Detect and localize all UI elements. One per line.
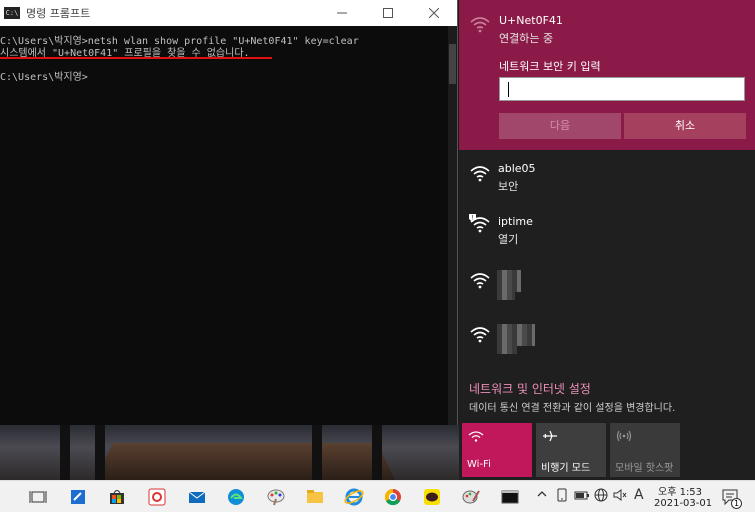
taskbar-app[interactable]	[187, 487, 207, 507]
network-ssid: able05	[498, 162, 536, 175]
taskbar-app[interactable]	[226, 487, 246, 507]
cancel-button[interactable]: 취소	[624, 113, 746, 139]
airplane-mode-toggle[interactable]: 비행기 모드	[536, 423, 606, 477]
wifi-icon	[470, 273, 490, 289]
wifi-icon	[468, 431, 484, 442]
edge-icon	[228, 489, 244, 505]
text-caret	[508, 82, 509, 97]
password-input[interactable]	[499, 77, 745, 101]
taskbar-app[interactable]	[266, 487, 286, 507]
clock-date[interactable]: 2021-03-01	[654, 498, 712, 509]
cmd-title: 명령 프롬프트	[26, 7, 91, 20]
kakaotalk-icon	[424, 489, 440, 505]
next-button[interactable]: 다음	[499, 113, 621, 139]
network-flyout: U+Net0F41 연결하는 중 네트워크 보안 키 입력 다음 취소 able…	[459, 0, 755, 480]
cmd-scrollbar[interactable]	[448, 26, 457, 425]
red-underline-annotation	[0, 57, 272, 59]
store-icon	[110, 490, 124, 504]
wifi-open-warning-icon: !	[469, 214, 490, 233]
cmd-app-icon: C:\	[4, 7, 20, 19]
command-prompt-icon	[501, 490, 519, 504]
action-center-button[interactable]: 1	[720, 487, 742, 509]
folder-icon	[307, 490, 323, 503]
battery-icon	[574, 491, 589, 500]
hotspot-icon	[616, 430, 632, 442]
cmd-titlebar[interactable]: C:\ 명령 프롬프트	[0, 0, 457, 26]
desktop-wallpaper	[0, 425, 460, 480]
chevron-up-icon	[537, 491, 547, 497]
task-view-icon	[29, 491, 47, 503]
taskbar-app[interactable]	[344, 487, 364, 507]
wifi-toggle[interactable]: Wi-Fi	[462, 423, 532, 477]
wallpaper-deck	[95, 443, 395, 480]
taskbar-app[interactable]	[461, 487, 481, 507]
wifi-icon	[470, 17, 490, 33]
close-button[interactable]	[411, 0, 457, 26]
paint-icon	[267, 489, 285, 506]
tile-label: 모바일 핫스팟	[615, 463, 674, 474]
taskbar-app[interactable]	[422, 487, 442, 507]
volume-button[interactable]	[613, 488, 627, 505]
clock-time[interactable]: 오후 1:53	[658, 483, 702, 498]
active-network-panel: U+Net0F41 연결하는 중 네트워크 보안 키 입력 다음 취소	[459, 0, 755, 150]
wifi-icon	[470, 327, 490, 343]
notepad-app-icon	[71, 490, 85, 504]
internet-explorer-icon	[344, 488, 364, 506]
taskbar-app[interactable]	[107, 487, 127, 507]
scrollbar-thumb[interactable]	[449, 44, 456, 84]
cmd-line: C:\Users\박지영>netsh wlan show profile "U+…	[0, 36, 359, 47]
password-label: 네트워크 보안 키 입력	[499, 60, 601, 73]
close-icon	[429, 8, 439, 18]
taskbar-app[interactable]	[383, 487, 403, 507]
network-status: 보안	[498, 180, 519, 193]
airplane-icon	[543, 430, 557, 442]
network-status: 연결하는 중	[499, 32, 554, 45]
chrome-icon	[384, 488, 401, 506]
taskbar-app[interactable]	[68, 487, 88, 507]
maximize-icon	[383, 8, 393, 18]
notification-count-badge: 1	[731, 498, 742, 509]
minimize-icon	[337, 12, 347, 14]
tile-label: Wi-Fi	[467, 459, 491, 470]
paint-brush-icon	[462, 490, 480, 504]
wallpaper-post	[372, 425, 382, 480]
taskbar: A 오후 1:53 2021-03-01 1	[0, 480, 755, 512]
task-view-button[interactable]	[28, 487, 48, 507]
speaker-muted-icon	[613, 489, 627, 501]
wallpaper-post	[312, 425, 322, 480]
minimize-button[interactable]	[319, 0, 365, 26]
network-settings-description: 데이터 통신 연결 전환과 같이 설정을 변경합니다.	[469, 403, 676, 414]
taskbar-app[interactable]	[147, 487, 167, 507]
mail-icon	[188, 491, 206, 503]
pixelated-status	[497, 342, 517, 354]
sync-app-icon	[148, 488, 166, 506]
ime-indicator[interactable]: A	[634, 487, 644, 503]
maximize-button[interactable]	[365, 0, 411, 26]
network-status: 열기	[498, 233, 519, 246]
cmd-console[interactable]: C:\Users\박지영>netsh wlan show profile "U+…	[0, 26, 457, 84]
cmd-window: C:\ 명령 프롬프트 C:\Users\박지영>netsh wlan show…	[0, 0, 458, 425]
taskbar-app[interactable]	[305, 487, 325, 507]
phone-link-icon	[557, 488, 567, 502]
mobile-hotspot-toggle[interactable]: 모바일 핫스팟	[610, 423, 680, 477]
globe-icon	[594, 488, 608, 502]
network-ssid: U+Net0F41	[499, 14, 563, 27]
tray-icon[interactable]	[555, 488, 569, 505]
wallpaper-post	[60, 425, 70, 480]
cmd-line: C:\Users\박지영>	[0, 72, 88, 83]
show-hidden-icons-button[interactable]	[536, 488, 548, 503]
wifi-secured-icon	[470, 166, 490, 182]
taskbar-app[interactable]	[500, 487, 520, 507]
network-ssid: iptime	[498, 215, 533, 228]
tray-icon[interactable]	[574, 488, 590, 505]
wallpaper-post	[95, 425, 105, 480]
pixelated-status	[497, 288, 515, 300]
svg-text:!: !	[471, 215, 473, 222]
tile-label: 비행기 모드	[541, 463, 591, 474]
cmd-line	[0, 60, 457, 72]
network-tray-button[interactable]	[594, 488, 608, 505]
network-settings-link[interactable]: 네트워크 및 인터넷 설정	[469, 380, 591, 397]
